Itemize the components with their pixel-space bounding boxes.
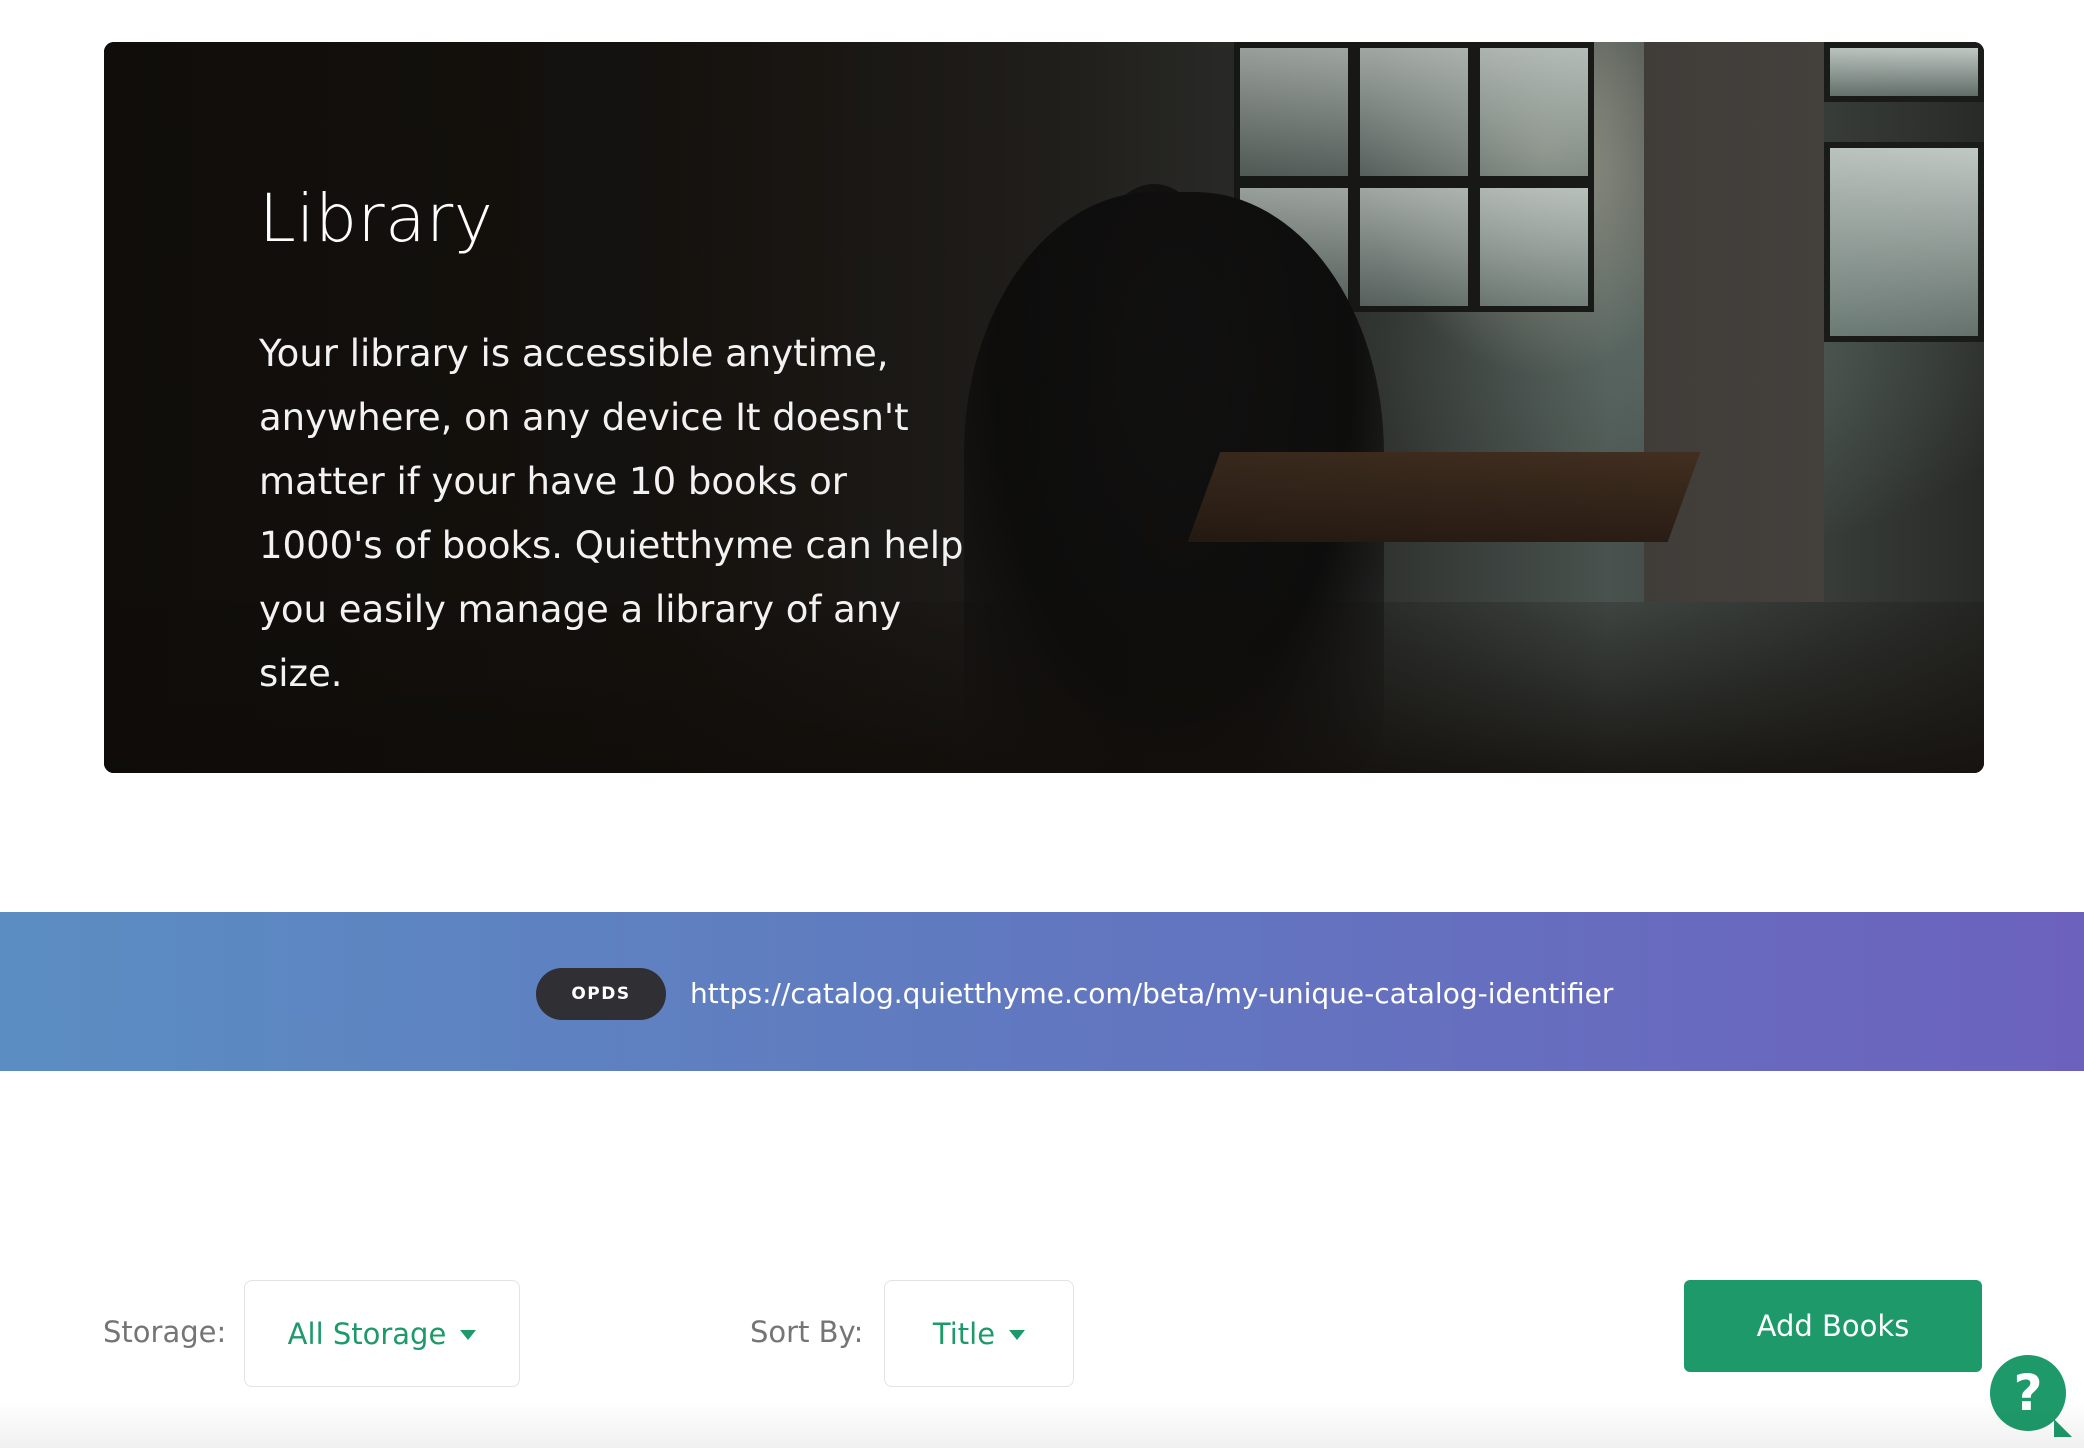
hero-description: Your library is accessible anytime, anyw… <box>259 332 964 695</box>
sort-by-dropdown[interactable]: Title <box>884 1280 1074 1387</box>
opds-badge: OPDS <box>536 968 666 1020</box>
opds-banner: OPDS https://catalog.quietthyme.com/beta… <box>0 912 2084 1071</box>
add-books-button[interactable]: Add Books <box>1684 1280 1982 1372</box>
caret-down-icon <box>460 1329 477 1340</box>
opds-catalog-url[interactable]: https://catalog.quietthyme.com/beta/my-u… <box>690 972 1613 1016</box>
caret-down-icon <box>1009 1329 1026 1340</box>
bottom-shadow <box>0 1400 2084 1448</box>
sort-by-label: Sort By: <box>750 1315 864 1349</box>
page-title: Library <box>259 180 494 257</box>
storage-dropdown[interactable]: All Storage <box>244 1280 520 1387</box>
sort-by-dropdown-value: Title <box>932 1316 996 1351</box>
storage-dropdown-value: All Storage <box>287 1316 447 1351</box>
hero-banner: Library Your library is accessible anyti… <box>104 42 1984 773</box>
storage-label: Storage: <box>103 1315 227 1349</box>
